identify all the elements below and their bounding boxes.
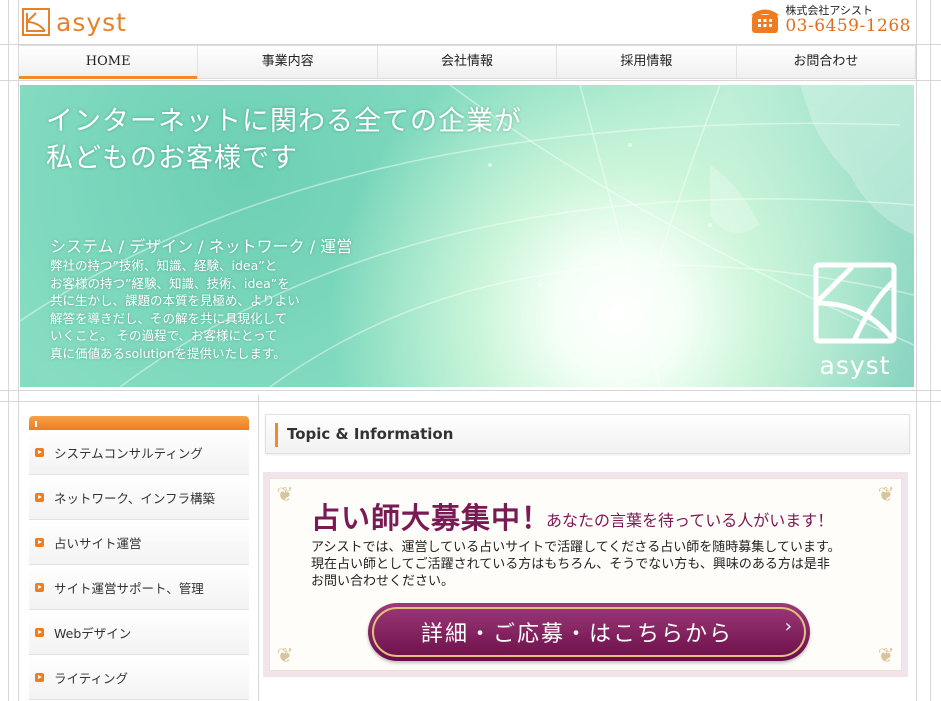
hero-logo: asyst — [810, 261, 900, 380]
hero-logo-text: asyst — [819, 351, 891, 380]
chevron-right-icon: › — [784, 616, 792, 637]
topic-accent-bar — [275, 423, 278, 447]
hero-headline-line1: インターネットに関わる全ての企業が — [46, 106, 522, 137]
nav-contact[interactable]: お問合わせ — [737, 46, 915, 78]
nav-services[interactable]: 事業内容 — [198, 46, 378, 78]
hero-banner: インターネットに関わる全ての企業が 私どものお客様です システム / デザイン … — [20, 85, 914, 387]
topic-title: Topic & Information — [287, 425, 454, 443]
sidebar-item-label: システムコンサルティング — [54, 445, 203, 461]
sidebar-item-network-infra[interactable]: ネットワーク、インフラ構築 — [29, 475, 249, 520]
sidebar-item-fortune-site[interactable]: 占いサイト運営 — [29, 520, 249, 565]
ornament-corner-icon: ❦ — [276, 482, 294, 506]
arrow-right-icon — [35, 492, 44, 502]
recruit-banner-inner: ❦ ❦ ❦ ❦ 占い師大募集中！ あなたの言葉を待っている人がいます！ アシスト… — [269, 478, 902, 671]
sidebar-item-label: 占いサイト運営 — [54, 535, 142, 551]
hero-headline-line2: 私どものお客様です — [46, 143, 298, 174]
telephone-icon — [749, 4, 781, 36]
main-nav: HOME 事業内容 会社情報 採用情報 お問合わせ — [18, 45, 916, 79]
arrow-right-icon — [35, 447, 44, 457]
phone-number: 03-6459-1268 — [785, 16, 911, 36]
arrow-right-icon — [35, 627, 44, 637]
nav-company[interactable]: 会社情報 — [378, 46, 558, 78]
logo-text: asyst — [56, 7, 127, 37]
sidebar-item-system-consulting[interactable]: システムコンサルティング — [29, 430, 249, 475]
guide-line — [916, 0, 917, 701]
logo-mark-icon — [22, 8, 50, 36]
contact-phone: 株式会社アシスト 03-6459-1268 — [749, 4, 911, 36]
sidebar-item-label: ライティング — [54, 670, 129, 686]
guide-line — [930, 0, 931, 701]
nav-home[interactable]: HOME — [19, 46, 199, 79]
ornament-corner-icon: ❦ — [276, 643, 294, 667]
sidebar-item-label: サイト運営サポート、管理 — [54, 580, 204, 596]
ornament-corner-icon: ❦ — [877, 643, 895, 667]
ornament-corner-icon: ❦ — [877, 482, 895, 506]
site-logo[interactable]: asyst — [22, 6, 127, 38]
guide-line — [0, 80, 941, 81]
arrow-right-icon — [35, 537, 44, 547]
arrow-right-icon — [35, 582, 44, 592]
arrow-right-icon — [35, 672, 44, 682]
guide-line — [0, 401, 941, 402]
sidebar-item-site-support[interactable]: サイト運営サポート、管理 — [29, 565, 249, 610]
recruit-apply-button-label: 詳細・ご応募・はこちらから — [420, 622, 733, 647]
sidebar-item-label: ネットワーク、インフラ構築 — [54, 490, 216, 506]
guide-line — [8, 0, 9, 701]
hero-logo-mark-icon — [813, 262, 897, 344]
hero-headline: インターネットに関わる全ての企業が 私どものお客様です — [46, 103, 522, 177]
recruit-tagline: あなたの言葉を待っている人がいます！ — [546, 511, 834, 530]
recruit-banner: ❦ ❦ ❦ ❦ 占い師大募集中！ あなたの言葉を待っている人がいます！ アシスト… — [263, 472, 908, 677]
guide-line — [258, 395, 259, 701]
sidebar-header — [29, 416, 249, 430]
sidebar-item-web-design[interactable]: Webデザイン — [29, 610, 249, 655]
guide-line — [18, 0, 19, 701]
guide-line — [0, 390, 941, 391]
sidebar: システムコンサルティング ネットワーク、インフラ構築 占いサイト運営 サイト運営… — [29, 416, 249, 700]
sidebar-item-writing[interactable]: ライティング — [29, 655, 249, 700]
topic-heading: Topic & Information — [265, 414, 910, 454]
sidebar-item-label: Webデザイン — [54, 625, 132, 641]
company-name: 株式会社アシスト — [785, 4, 873, 17]
recruit-body-text: アシストでは、運営している占いサイトで活躍してくださる占い師を随時募集しています… — [311, 540, 841, 589]
recruit-apply-button[interactable]: 詳細・ご応募・はこちらから › — [368, 603, 810, 661]
recruit-apply-button-frame: 詳細・ご応募・はこちらから — [372, 607, 806, 657]
nav-recruit[interactable]: 採用情報 — [557, 46, 737, 78]
hero-body-text: 弊社の持つ”技術、知識、経験、idea”と お客様の持つ”経験、知識、技術、id… — [50, 258, 300, 361]
hero-subheading: システム / デザイン / ネットワーク / 運営 — [50, 237, 353, 256]
recruit-title: 占い師大募集中！ — [311, 501, 552, 535]
